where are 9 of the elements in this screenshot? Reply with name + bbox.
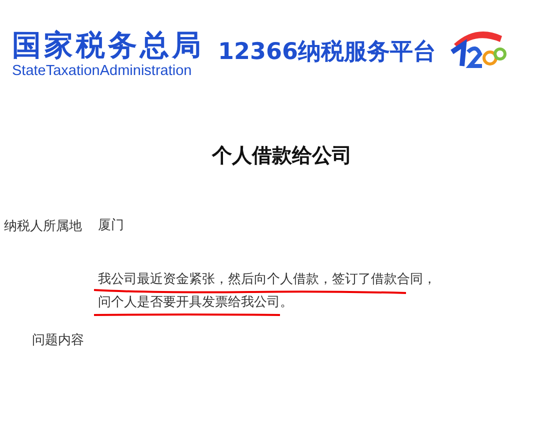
field-label: 纳税人所属地 (3, 218, 83, 235)
agency-name-english: StateTaxationAdministration (12, 62, 193, 80)
field-label: 问题内容 (31, 332, 85, 349)
field-value: 厦门 (98, 217, 124, 235)
question-text: 我公司最近资金紧张，然后向个人借款，签订了借款合同， (98, 271, 436, 289)
page-title: 个人借款给公司 (210, 142, 353, 169)
question-text: 问个人是否要开具发票给我公司。 (98, 294, 293, 312)
agency-name: 国家税务总局 (12, 28, 204, 62)
platform-name: 12366纳税服务平台 (218, 38, 436, 66)
